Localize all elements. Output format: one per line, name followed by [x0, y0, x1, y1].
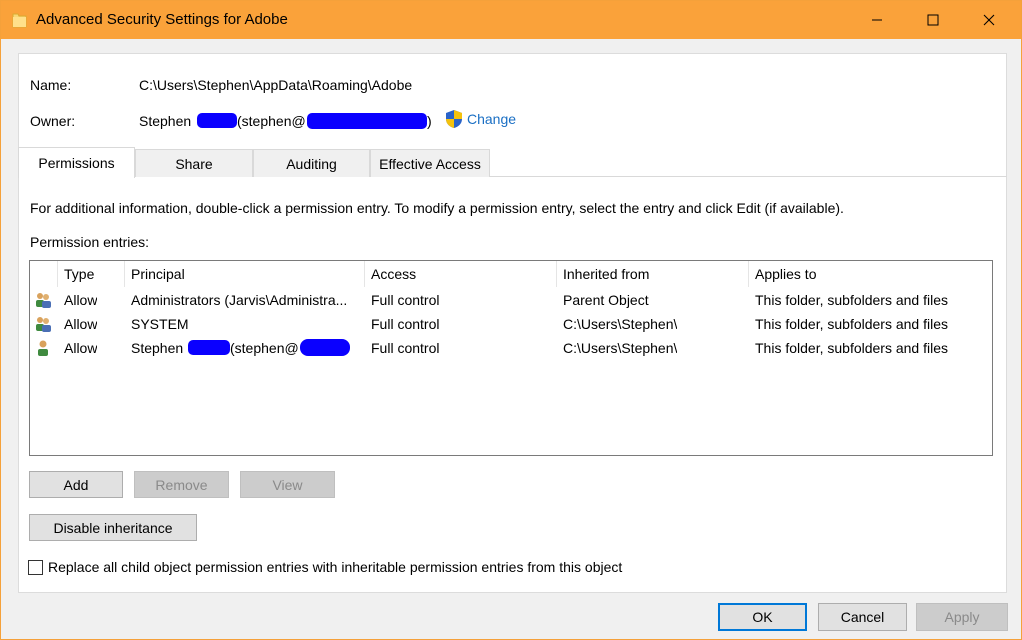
row-inherited-from: C:\Users\Stephen\	[563, 340, 678, 356]
close-button[interactable]	[966, 1, 1012, 39]
row-inherited-from: C:\Users\Stephen\	[563, 316, 678, 332]
replace-child-permissions-label[interactable]: Replace all child object permission entr…	[48, 559, 622, 575]
row-access: Full control	[371, 340, 440, 356]
row-principal-mid: (stephen@	[230, 340, 299, 356]
disable-inheritance-button[interactable]: Disable inheritance	[29, 514, 197, 541]
permission-entries-label: Permission entries:	[30, 234, 150, 250]
window-title: Advanced Security Settings for Adobe	[36, 11, 288, 28]
column-header-principal[interactable]: Principal	[125, 261, 365, 287]
close-icon	[983, 14, 995, 26]
redaction-mark	[307, 113, 427, 129]
users-group-icon	[36, 293, 51, 308]
title-bar[interactable]: Advanced Security Settings for Adobe	[1, 1, 1021, 39]
tab-label: Effective Access	[379, 155, 481, 172]
tab-permissions[interactable]: Permissions	[18, 147, 135, 178]
row-type: Allow	[64, 292, 98, 308]
redaction-mark	[300, 339, 350, 356]
row-principal: SYSTEM	[131, 316, 189, 332]
user-icon	[38, 340, 48, 356]
add-button[interactable]: Add	[29, 471, 123, 498]
remove-button[interactable]: Remove	[134, 471, 229, 498]
tab-auditing[interactable]: Auditing	[253, 149, 370, 177]
users-group-icon	[36, 317, 51, 332]
table-row[interactable]: Allow Stephen (stephen@ Full control C:\…	[30, 336, 992, 360]
table-row[interactable]: Allow Administrators (Jarvis\Administra.…	[30, 288, 992, 312]
tab-share[interactable]: Share	[135, 149, 253, 177]
row-applies-to: This folder, subfolders and files	[755, 340, 948, 356]
permissions-description: For additional information, double-click…	[30, 200, 844, 216]
apply-button[interactable]: Apply	[916, 603, 1008, 631]
row-inherited-from: Parent Object	[563, 292, 649, 308]
redaction-mark	[188, 340, 230, 355]
tab-effective-access[interactable]: Effective Access	[370, 149, 490, 177]
replace-child-permissions-checkbox[interactable]	[28, 560, 43, 575]
view-button[interactable]: View	[240, 471, 335, 498]
tab-label: Permissions	[38, 155, 115, 171]
name-value: C:\Users\Stephen\AppData\Roaming\Adobe	[139, 77, 413, 93]
maximize-icon	[927, 14, 939, 26]
change-label: Change	[467, 111, 517, 127]
owner-value-suffix: )	[427, 113, 432, 129]
table-row[interactable]: Allow SYSTEM Full control C:\Users\Steph…	[30, 312, 992, 336]
column-header-access[interactable]: Access	[365, 261, 557, 287]
row-applies-to: This folder, subfolders and files	[755, 292, 948, 308]
cancel-button[interactable]: Cancel	[818, 603, 907, 631]
column-header-inherited-from[interactable]: Inherited from	[557, 261, 749, 287]
row-principal-prefix: Stephen	[131, 340, 184, 356]
owner-label: Owner:	[30, 113, 76, 129]
tab-label: Auditing	[286, 155, 337, 172]
advanced-security-window: Advanced Security Settings for Adobe Nam…	[0, 0, 1022, 640]
row-type: Allow	[64, 340, 98, 356]
row-access: Full control	[371, 316, 440, 332]
permission-entries-list[interactable]: Type Principal Access Inherited from App…	[29, 260, 993, 456]
tab-label: Share	[175, 155, 213, 172]
minimize-button[interactable]	[854, 1, 900, 39]
row-type: Allow	[64, 316, 98, 332]
ok-button[interactable]: OK	[718, 603, 807, 631]
maximize-button[interactable]	[910, 1, 956, 39]
change-owner-link[interactable]: Change	[445, 109, 516, 129]
column-header-icon[interactable]	[30, 261, 58, 287]
name-label: Name:	[30, 77, 72, 93]
uac-shield-icon	[446, 110, 462, 128]
redaction-mark	[197, 113, 237, 128]
list-header: Type Principal Access Inherited from App…	[30, 261, 992, 287]
minimize-icon	[872, 19, 882, 21]
row-applies-to: This folder, subfolders and files	[755, 316, 948, 332]
row-access: Full control	[371, 292, 440, 308]
column-header-applies-to[interactable]: Applies to	[749, 261, 992, 287]
column-header-type[interactable]: Type	[58, 261, 125, 287]
owner-value-mid: (stephen@	[237, 113, 306, 129]
folder-icon	[12, 13, 27, 28]
row-principal: Administrators (Jarvis\Administra...	[131, 292, 348, 308]
owner-value-prefix: Stephen	[139, 113, 192, 129]
